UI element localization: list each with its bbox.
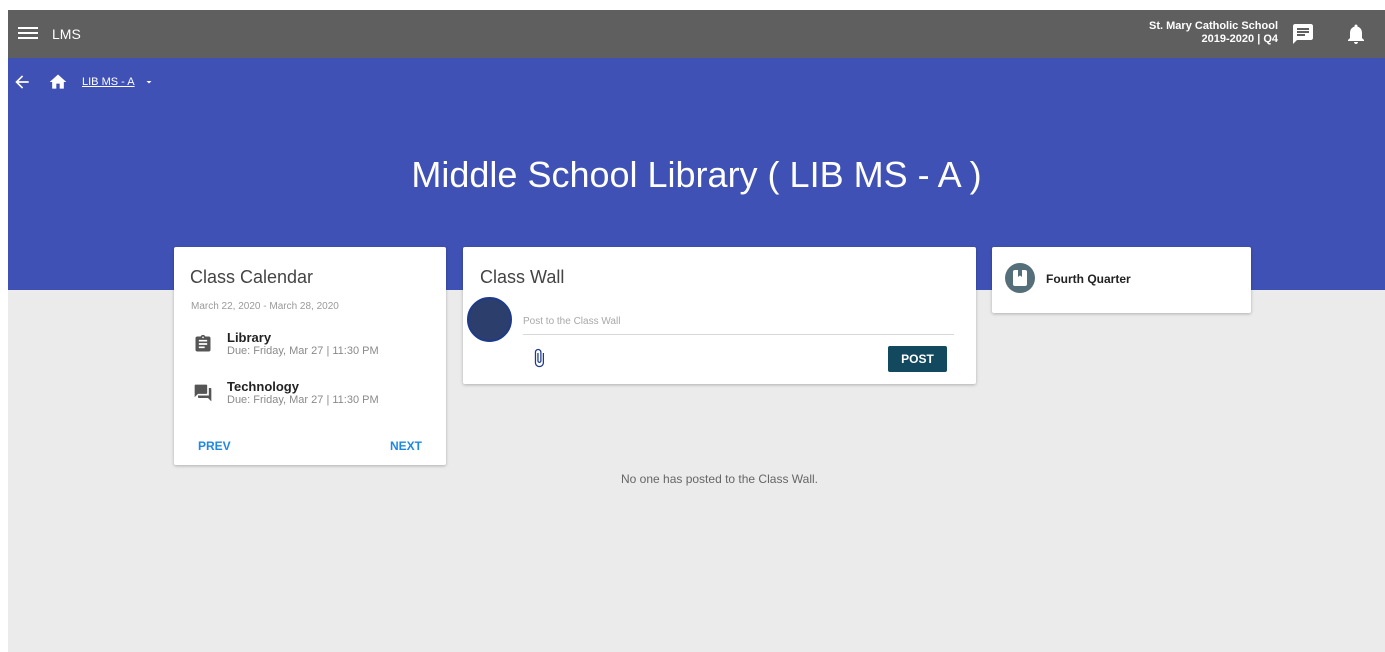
- school-name: St. Mary Catholic School: [1149, 20, 1278, 32]
- calendar-item-due: Due: Friday, Mar 27 | 11:30 PM: [227, 394, 379, 406]
- quarter-card[interactable]: Fourth Quarter: [992, 247, 1251, 313]
- quarter-label: Fourth Quarter: [1046, 272, 1131, 286]
- prev-button[interactable]: PREV: [198, 439, 231, 453]
- course-code-link[interactable]: LIB MS - A: [82, 76, 135, 88]
- school-info[interactable]: St. Mary Catholic School 2019-2020 | Q4: [1149, 20, 1278, 46]
- avatar: [467, 297, 512, 342]
- class-wall-card: Class Wall POST: [463, 247, 976, 384]
- paperclip-icon[interactable]: [529, 348, 549, 368]
- next-button[interactable]: NEXT: [390, 439, 422, 453]
- caret-down-icon[interactable]: [143, 76, 155, 88]
- app-name: LMS: [52, 26, 81, 42]
- calendar-date-range: March 22, 2020 - March 28, 2020: [191, 301, 339, 312]
- class-calendar-card: Class Calendar March 22, 2020 - March 28…: [174, 247, 446, 465]
- empty-wall-message: No one has posted to the Class Wall.: [621, 472, 818, 486]
- calendar-title: Class Calendar: [190, 267, 314, 287]
- top-app-bar: LMS St. Mary Catholic School 2019-2020 |…: [8, 10, 1385, 58]
- menu-icon[interactable]: [18, 24, 38, 44]
- forum-icon: [194, 384, 212, 402]
- message-icon[interactable]: [1291, 22, 1315, 46]
- class-wall-title: Class Wall: [480, 267, 565, 287]
- page-title: Middle School Library ( LIB MS - A ): [411, 154, 982, 195]
- back-arrow-icon[interactable]: [12, 72, 32, 92]
- calendar-item-name: Library: [227, 330, 272, 345]
- term-label: 2019-2020 | Q4: [1201, 33, 1278, 45]
- app-frame: LMS St. Mary Catholic School 2019-2020 |…: [8, 10, 1385, 652]
- calendar-item-name: Technology: [227, 379, 299, 394]
- calendar-item-technology[interactable]: Technology Due: Friday, Mar 27 | 11:30 P…: [191, 379, 431, 413]
- breadcrumb: LIB MS - A: [12, 72, 155, 92]
- calendar-item-due: Due: Friday, Mar 27 | 11:30 PM: [227, 345, 379, 357]
- home-icon[interactable]: [48, 72, 68, 92]
- post-button[interactable]: POST: [888, 346, 947, 372]
- post-input[interactable]: [523, 309, 954, 335]
- bell-icon[interactable]: [1344, 22, 1368, 46]
- assignment-icon: [195, 334, 211, 352]
- calendar-item-library[interactable]: Library Due: Friday, Mar 27 | 11:30 PM: [191, 330, 431, 364]
- bookmark-icon: [1005, 263, 1035, 293]
